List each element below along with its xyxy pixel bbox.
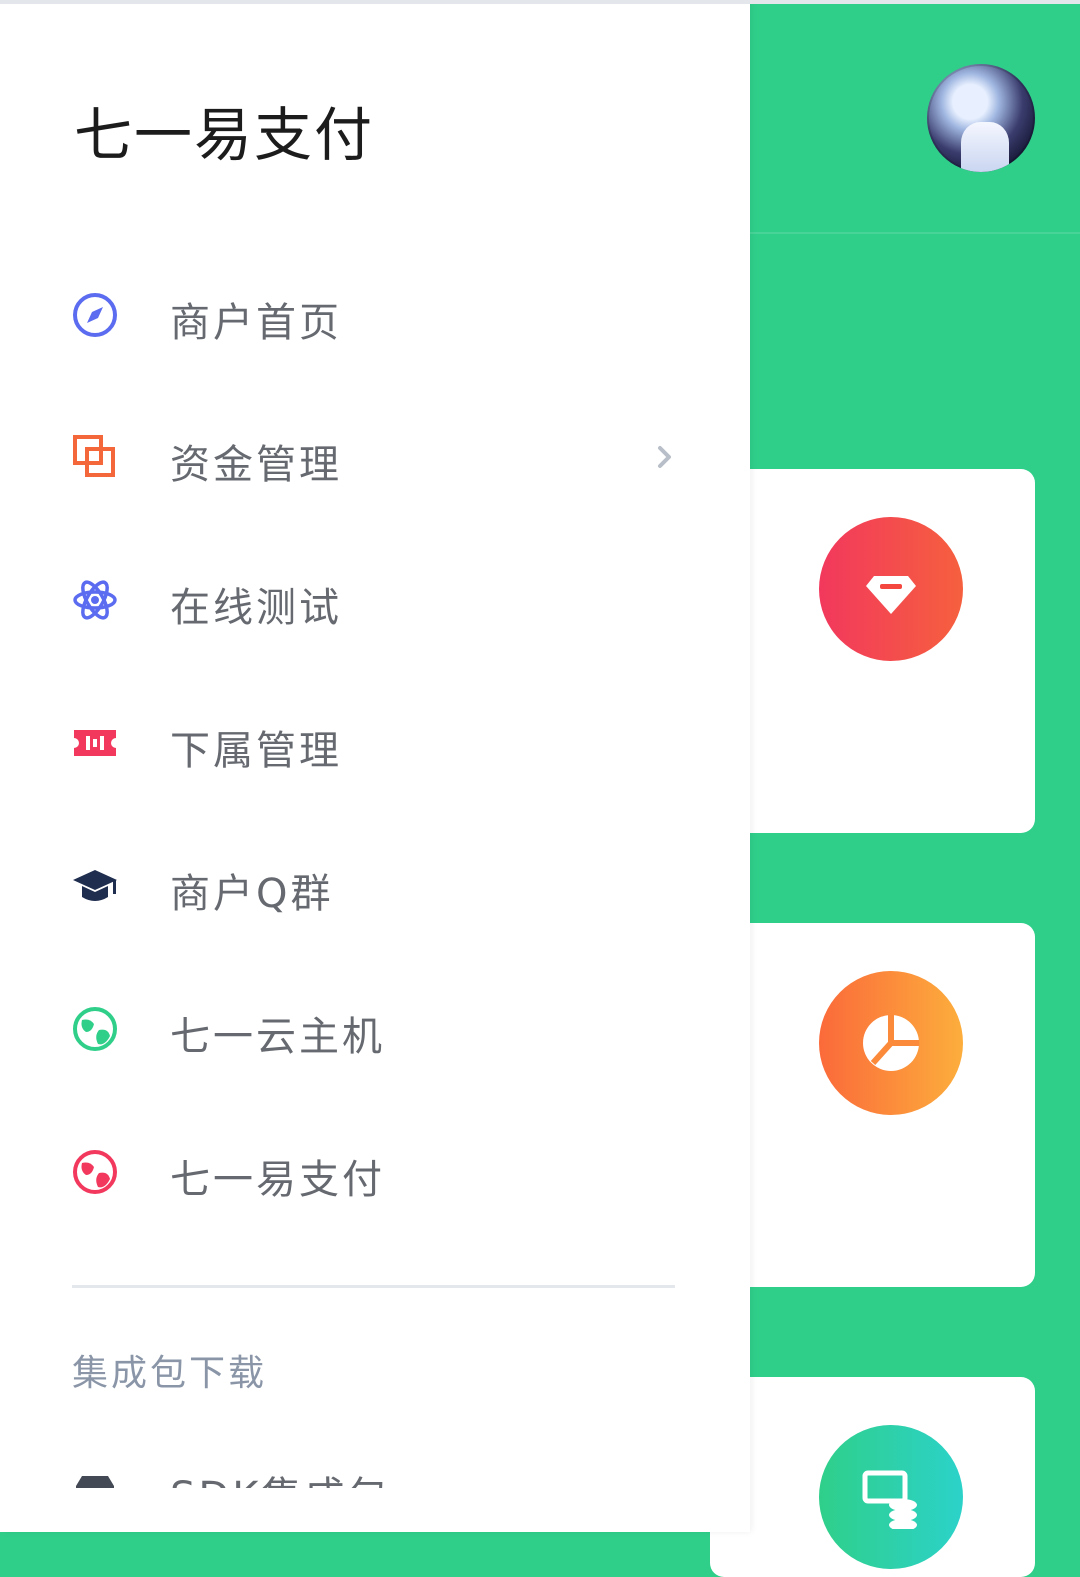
dashboard-card[interactable] [710,1377,1035,1577]
compass-icon [72,292,118,338]
menu-item-label: 下属管理 [170,728,342,774]
menu-item-online-test[interactable]: 在线测试 [0,551,750,651]
menu-item-merchant-qq-group[interactable]: 商户Q群 [0,837,750,937]
menu-item-subordinate-management[interactable]: 下属管理 [0,694,750,794]
globe-icon [72,1006,118,1052]
atom-icon [72,577,118,623]
graduation-cap-icon [72,863,118,909]
menu-item-label: 在线测试 [170,585,342,631]
header-divider [750,232,1080,234]
menu-item-merchant-home[interactable]: 商户首页 [0,266,750,366]
globe-icon [72,1149,118,1195]
dashboard-card[interactable] [710,923,1035,1287]
menu-item-funds-management[interactable]: 资金管理 [0,408,750,508]
menu-item-cloud-host[interactable]: 七一云主机 [0,980,750,1080]
dashboard-card[interactable] [710,469,1035,833]
menu-item-label: 七一云主机 [170,1014,385,1060]
menu-item-label: 七一易支付 [170,1157,385,1203]
section-title-sdk-download: 集成包下载 [72,1353,268,1394]
menu-divider [72,1285,675,1288]
menu-item-label: 商户首页 [170,300,342,346]
menu-item-label: SDK集成包 [170,1464,390,1488]
user-avatar[interactable] [927,64,1035,172]
menu-item-label: 商户Q群 [170,871,334,917]
ticket-icon [72,720,118,766]
pie-chart-icon [819,971,963,1115]
menu-item-sdk-package[interactable]: SDK集成包 [0,1440,750,1488]
navigation-drawer: 七一易支付 商户首页 资金管理 在线测试 下属管理 商户Q群 七一云主机 七一易… [0,0,750,1532]
menu-item-easy-pay[interactable]: 七一易支付 [0,1123,750,1223]
menu-item-label: 资金管理 [170,442,342,488]
chevron-right-icon [650,442,680,472]
copy-squares-icon [72,434,118,480]
archive-icon [72,1472,118,1488]
coins-icon [819,1425,963,1569]
diamond-icon [819,517,963,661]
drawer-brand-title: 七一易支付 [74,101,375,169]
status-divider [0,0,1080,4]
